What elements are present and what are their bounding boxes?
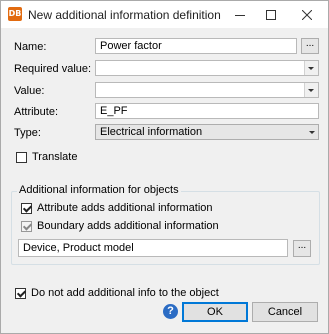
window-title: New additional information definition	[28, 8, 221, 22]
dialog-window: DB New additional information definition…	[0, 0, 329, 334]
attribute-adds-label: Attribute adds additional information	[37, 202, 213, 214]
boundary-adds-label: Boundary adds additional information	[37, 220, 219, 232]
value-combobox[interactable]	[95, 82, 319, 98]
help-icon[interactable]: ?	[163, 304, 178, 319]
required-value-dropdown-icon[interactable]	[304, 61, 318, 75]
boundary-adds-checkbox[interactable]	[21, 221, 32, 232]
group-title: Additional information for objects	[17, 184, 181, 196]
close-icon	[302, 9, 312, 20]
minimize-button[interactable]	[223, 1, 257, 28]
app-logo-icon: DB	[8, 7, 22, 21]
name-input[interactable]: Power factor	[95, 38, 297, 54]
do-not-add-label: Do not add additional info to the object	[31, 287, 219, 299]
minimize-icon	[235, 14, 245, 16]
attribute-label: Attribute:	[14, 106, 59, 118]
ok-button[interactable]: OK	[182, 302, 248, 322]
type-select-value: Electrical information	[100, 126, 203, 138]
objects-field[interactable]: Device, Product model	[18, 239, 288, 257]
do-not-add-checkbox[interactable]	[15, 288, 26, 299]
maximize-button[interactable]	[254, 1, 288, 28]
translate-label: Translate	[32, 151, 78, 163]
cancel-button[interactable]: Cancel	[252, 302, 318, 322]
required-value-combobox[interactable]	[95, 60, 319, 76]
attribute-input[interactable]: E_PF	[95, 103, 319, 119]
name-label: Name:	[14, 41, 47, 53]
title-bar[interactable]: DB New additional information definition	[1, 1, 328, 28]
value-dropdown-icon[interactable]	[304, 83, 318, 97]
type-label: Type:	[14, 127, 41, 139]
maximize-icon	[266, 9, 276, 20]
type-select[interactable]: Electrical information	[95, 124, 319, 140]
close-button[interactable]	[290, 1, 324, 28]
objects-browse-button[interactable]: ...	[293, 240, 311, 257]
value-label: Value:	[14, 85, 45, 97]
name-browse-button[interactable]: ...	[301, 38, 319, 54]
required-value-label: Required value:	[14, 63, 92, 75]
attribute-adds-checkbox[interactable]	[21, 203, 32, 214]
chevron-down-icon	[309, 131, 315, 134]
translate-checkbox[interactable]	[16, 152, 27, 163]
